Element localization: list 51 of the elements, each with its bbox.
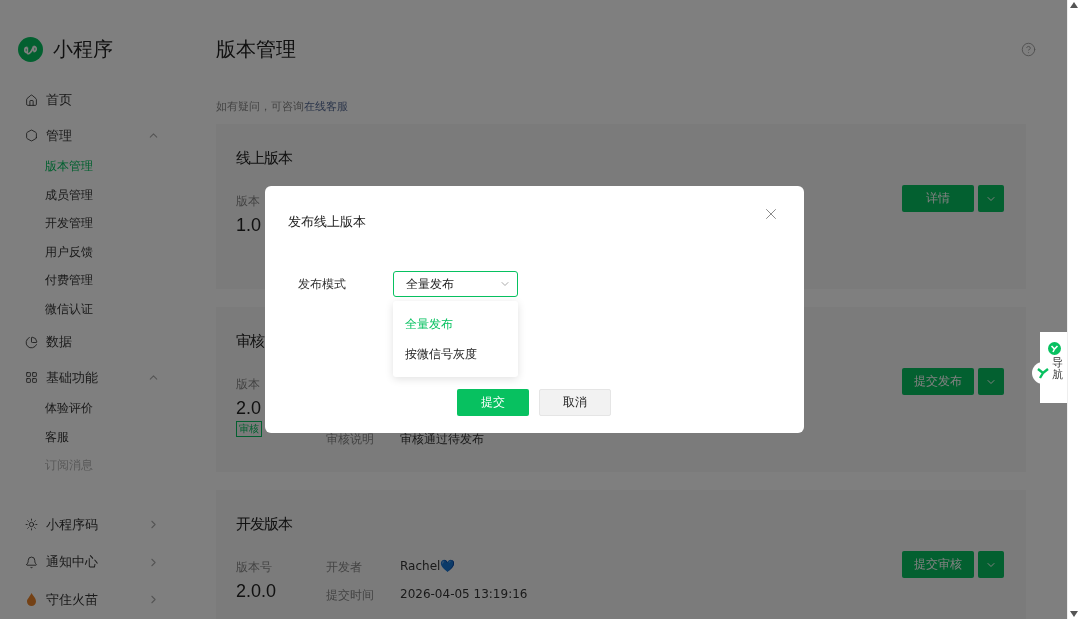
- status-tag: 审核: [236, 421, 262, 437]
- field-label: 发布模式: [298, 275, 347, 293]
- more-button[interactable]: [978, 185, 1004, 212]
- help-icon[interactable]: [1021, 42, 1036, 57]
- dialog-title: 发布线上版本: [288, 213, 366, 231]
- mode-select[interactable]: 全量发布: [393, 271, 518, 297]
- card-title: 线上版本: [236, 149, 293, 168]
- version-number: 1.0: [236, 215, 262, 236]
- dropdown-option[interactable]: 全量发布: [393, 309, 518, 339]
- nav-item[interactable]: 首页: [25, 88, 160, 113]
- version-number: 2.0.0: [236, 581, 277, 602]
- flame-icon: [25, 592, 38, 608]
- scroll-up-icon[interactable]: [1070, 2, 1078, 8]
- meta-value: 2026-04-05 13:19:16: [400, 587, 528, 603]
- badge-icon: [1047, 342, 1061, 355]
- nav-subitem[interactable]: 体验评价: [45, 394, 200, 423]
- nav-icon: [25, 555, 38, 569]
- card-title: 开发版本: [236, 515, 293, 534]
- floating-badge-icon[interactable]: [1032, 362, 1054, 384]
- nav-subitem[interactable]: 付费管理: [45, 266, 200, 295]
- cancel-button[interactable]: 取消: [539, 389, 611, 416]
- support-link[interactable]: 在线客服: [304, 100, 348, 113]
- logo-icon: [18, 37, 43, 62]
- nav-item[interactable]: 守住火苗: [25, 587, 160, 613]
- nav-item[interactable]: 管理: [25, 123, 160, 149]
- meta-value: 审核通过待发布: [400, 431, 484, 448]
- nav-subitem[interactable]: 成员管理: [45, 180, 200, 210]
- more-button[interactable]: [978, 551, 1004, 578]
- page-title: 版本管理: [216, 36, 296, 63]
- submit-button[interactable]: 提交: [457, 389, 529, 416]
- nav-item[interactable]: 基础功能: [25, 365, 160, 391]
- meta-value: Rachel💙: [400, 559, 456, 575]
- nav-icon: [25, 93, 38, 107]
- card-title: 审核: [236, 332, 266, 351]
- scroll-down-icon[interactable]: [1070, 611, 1078, 617]
- nav-icon: [25, 371, 38, 385]
- more-button[interactable]: [978, 368, 1004, 395]
- dropdown-option[interactable]: 按微信号灰度: [393, 339, 518, 369]
- nav-item[interactable]: 小程序码: [25, 512, 160, 537]
- nav-icon: [25, 335, 38, 349]
- nav-subitem[interactable]: 开发管理: [45, 209, 200, 238]
- nav-item[interactable]: 数据: [25, 330, 160, 355]
- nav-icon: [25, 129, 38, 143]
- scrollbar[interactable]: [1067, 0, 1080, 619]
- nav-subitem[interactable]: 客服: [45, 422, 200, 452]
- nav-icon: [25, 518, 38, 532]
- brand-name: 小程序: [53, 36, 113, 63]
- nav-subitem[interactable]: 用户反馈: [45, 237, 200, 267]
- version-number: 2.0: [236, 398, 262, 419]
- nav-subitem[interactable]: 微信认证: [45, 294, 200, 324]
- nav-item[interactable]: 通知中心: [25, 550, 160, 575]
